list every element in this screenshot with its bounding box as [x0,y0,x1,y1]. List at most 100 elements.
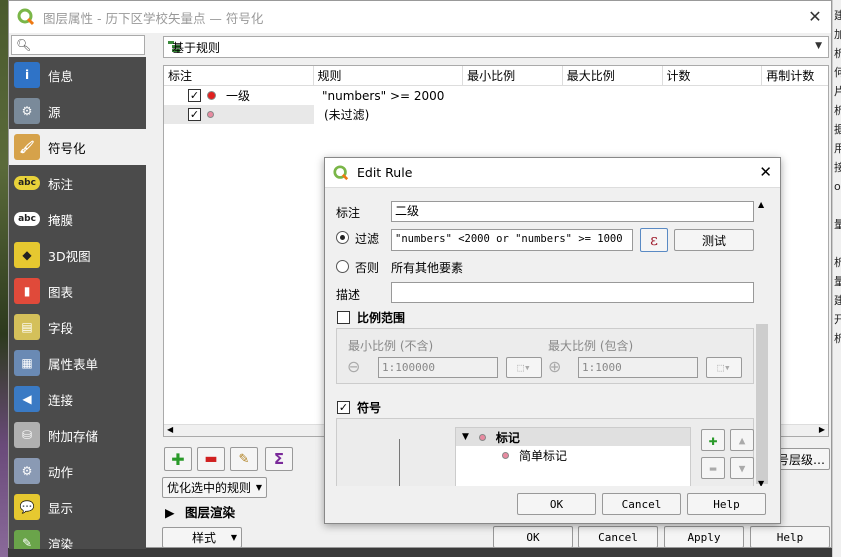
move-down-button[interactable]: ▼ [730,457,754,479]
rule-checkbox[interactable]: ✓ [188,108,201,121]
nav-item-labels[interactable]: abc 标注 [9,165,146,201]
zoom-in-icon: ⊕ [548,357,562,376]
nav-item-label: 3D视图 [48,248,91,264]
rule-expression: "numbers" >= 2000 [322,88,445,103]
style-dropdown[interactable]: 样式 ▼ [162,527,242,548]
nav-item-attributes-form[interactable]: ▦ 属性表单 [9,345,146,381]
scroll-up-icon[interactable]: ▲ [758,200,764,209]
help-button[interactable]: Help [750,526,830,548]
scale-range-checkbox[interactable] [337,311,350,324]
nav-item-label: 标注 [48,176,74,192]
nav-item-label: 符号化 [48,140,86,156]
test-button[interactable]: 测试 [674,229,754,251]
apply-button[interactable]: Apply [664,526,744,548]
nav-item-fields[interactable]: ▤ 字段 [9,309,146,345]
nav-item-source[interactable]: ⚙ 源 [9,93,146,129]
col-count[interactable]: 计数 [663,66,763,85]
table-row[interactable]: ✓ (未过滤) [164,105,828,124]
nav-item-info[interactable]: i 信息 [9,57,146,93]
nav-item-auxiliary-storage[interactable]: ⛁ 附加存储 [9,417,146,453]
max-scale-input[interactable]: 1:1000 [578,357,698,378]
rules-table-header: 标注 规则 最小比例 最大比例 计数 再制计数 [164,66,828,86]
dialog-help-button[interactable]: Help [687,493,766,515]
scale-range-caption: 比例范围 [357,311,406,325]
nav-item-display[interactable]: 💬 显示 [9,489,146,525]
close-icon[interactable]: ✕ [759,163,772,181]
map-canvas-left [0,0,8,557]
layer-rendering-section[interactable]: ▶ 图层渲染 [165,502,235,521]
nav-item-diagrams[interactable]: ▮ 图表 [9,273,146,309]
tree-item-simple-marker[interactable]: 简单标记 [456,446,690,464]
scrollbar-thumb[interactable] [756,324,768,484]
nav-search-input[interactable]: 🔍︎ [11,35,145,55]
dialog-cancel-button[interactable]: Cancel [602,493,681,515]
background-text-fragment: 片 [834,82,841,101]
ok-button[interactable]: OK [493,526,573,548]
dialog-titlebar: Edit Rule ✕ [325,158,780,188]
tree-item-marker[interactable]: ▼ 标记 [456,428,690,446]
max-scale-map-button[interactable]: ⬚▾ [706,357,742,378]
min-scale-map-button[interactable]: ⬚▾ [506,357,542,378]
rule-label: 一级 [226,89,251,103]
dialog-vertical-scrollbar[interactable]: ▲ ▼ [756,200,768,488]
refine-rules-dropdown[interactable]: 优化选中的规则 ▼ [162,477,267,498]
nav-item-3d-view[interactable]: ◆ 3D视图 [9,237,146,273]
nav-item-rendering[interactable]: ✎ 渲染 [9,525,146,549]
renderer-dropdown[interactable]: 基于规则 ▼ [163,36,829,58]
background-text-fragment: 加 [834,25,841,44]
mask-icon: abc [14,212,40,226]
col-min-scale[interactable]: 最小比例 [463,66,563,85]
sigma-icon[interactable]: Σ [265,447,293,471]
else-caption: 否则 [355,261,380,275]
symbol-checkbox[interactable]: ✓ [337,401,350,414]
filter-caption: 过滤 [355,232,380,246]
zoom-out-icon: ⊖ [347,357,361,376]
marker-swatch-icon [478,433,486,441]
cancel-button[interactable]: Cancel [578,526,658,548]
description-caption: 描述 [336,288,361,302]
expression-builder-icon[interactable]: ε [640,228,668,252]
else-radio[interactable] [336,260,349,273]
background-text-fragment: 何 [834,63,841,82]
nav-item-symbology[interactable]: 🖌 符号化 [9,129,146,165]
search-icon: 🔍︎ [16,38,32,52]
min-scale-caption: 最小比例 (不含) [348,339,434,353]
remove-symbol-layer-button[interactable]: ▬ [701,457,725,479]
simple-marker-swatch-icon [502,451,509,459]
add-symbol-layer-button[interactable]: ✚ [701,429,725,451]
rule-expression: (未过滤) [324,108,370,122]
remove-rule-button[interactable]: ▬ [197,447,225,471]
scroll-right-icon[interactable]: ▶ [819,425,825,434]
joins-icon: ◀ [14,386,40,412]
refine-rules-label: 优化选中的规则 [167,481,252,495]
nav-item-actions[interactable]: ⚙ 动作 [9,453,146,489]
scroll-left-icon[interactable]: ◀ [167,425,173,434]
add-rule-button[interactable]: ✚ [164,447,192,471]
label-input[interactable]: 二级 [391,201,754,222]
col-dup-count[interactable]: 再制计数 [762,66,828,85]
col-max-scale[interactable]: 最大比例 [563,66,663,85]
close-icon[interactable]: ✕ [803,5,827,27]
col-label[interactable]: 标注 [164,66,314,85]
scale-range-group: 最小比例 (不含) 最大比例 (包含) ⊖ 1:100000 ⬚▾ ⊕ 1:10… [336,328,754,384]
min-scale-input[interactable]: 1:100000 [378,357,498,378]
move-up-button[interactable]: ▲ [730,429,754,451]
edit-rule-button[interactable]: ✎ [230,447,258,471]
description-input[interactable] [391,282,754,303]
display-icon: 💬 [14,494,40,520]
col-rule[interactable]: 规则 [314,66,464,85]
nav-item-label: 附加存储 [48,428,99,444]
nav-item-label: 动作 [48,464,74,480]
attributes-form-icon: ▦ [14,350,40,376]
nav-item-mask[interactable]: abc 掩膜 [9,201,146,237]
max-scale-caption: 最大比例 (包含) [548,339,634,353]
auxiliary-storage-icon: ⛁ [14,422,40,448]
filter-expression-input[interactable]: "numbers" <2000 or "numbers" >= 1000 [391,229,633,251]
nav-item-joins[interactable]: ◀ 连接 [9,381,146,417]
filter-radio[interactable] [336,231,349,244]
dialog-ok-button[interactable]: OK [517,493,596,515]
rule-checkbox[interactable]: ✓ [188,89,201,102]
background-text-fragment: 开 [834,310,841,329]
background-window-strip: 建加析何片析据用接ov量析量建开析 [832,0,841,557]
table-row[interactable]: ✓ 一级 "numbers" >= 2000 [164,86,828,105]
